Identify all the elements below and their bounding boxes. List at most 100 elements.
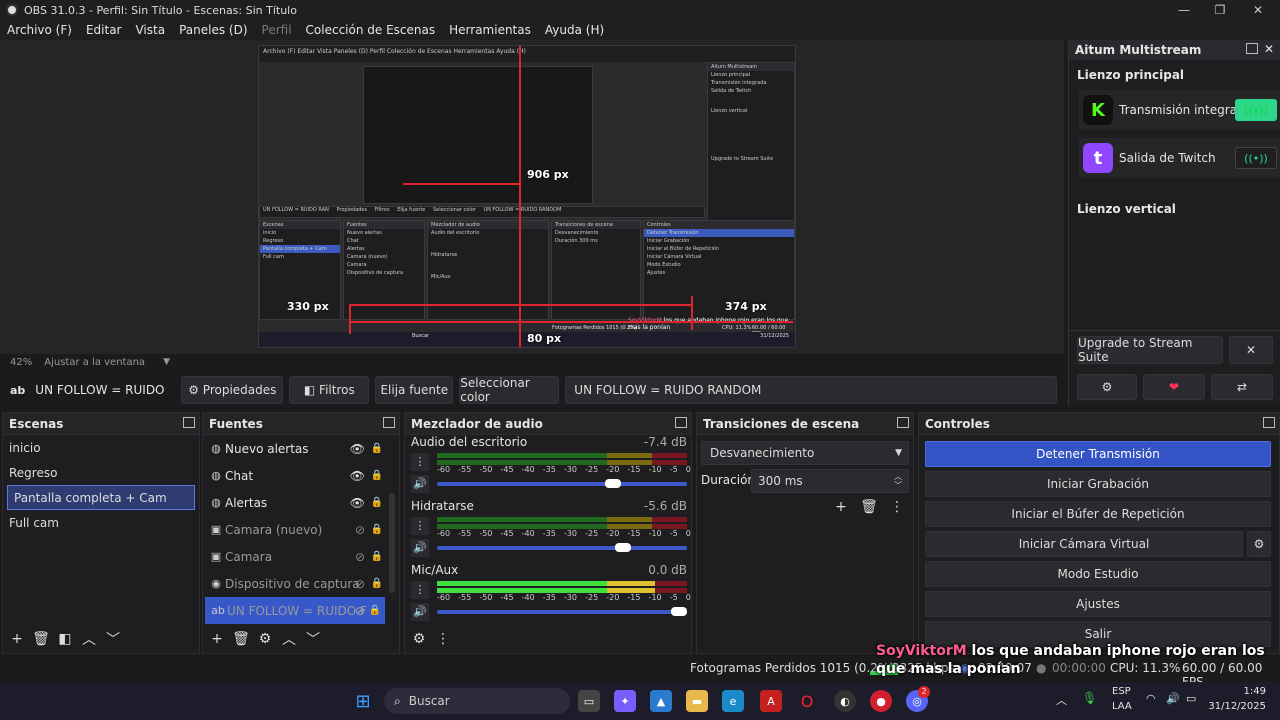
filters-button[interactable]: ◧ Filtros	[289, 376, 370, 404]
task-view-icon[interactable]: ▭	[578, 690, 600, 712]
obs-icon[interactable]: ◐	[834, 690, 856, 712]
slider-handle[interactable]	[671, 607, 687, 616]
menu-ayuda[interactable]: Ayuda (H)	[545, 23, 604, 37]
stop-stream-button[interactable]: Detener Transmisión	[925, 441, 1271, 467]
broadcast-toggle-off[interactable]: ((•))	[1235, 147, 1277, 169]
eye-icon[interactable]: 👁	[350, 442, 365, 456]
menu-herramientas[interactable]: Herramientas	[449, 23, 531, 37]
trash-icon[interactable]: 🗑	[231, 629, 251, 649]
zoom-fit-select[interactable]: Ajustar a la ventana	[44, 357, 145, 368]
taskbar-search[interactable]: ⌕ Buscar	[384, 688, 570, 714]
chevron-up-icon[interactable]: ︿	[79, 629, 99, 649]
float-icon[interactable]	[383, 417, 395, 428]
close-window-button[interactable]: ✕	[1240, 0, 1276, 20]
photos-icon[interactable]: ▲	[650, 690, 672, 712]
eye-off-icon[interactable]: ⊘	[355, 550, 365, 564]
app-icon[interactable]: ●	[870, 690, 892, 712]
source-item[interactable]: ▣ Camara (nuevo) ⊘ 🔒	[203, 516, 399, 543]
lock-icon[interactable]: 🔒	[371, 551, 383, 562]
chevron-up-icon[interactable]: ︿	[279, 629, 299, 649]
volume-icon[interactable]: 🔊	[411, 603, 429, 621]
gear-icon[interactable]: ⚙	[255, 629, 275, 649]
broadcast-toggle-on[interactable]: ((•))	[1235, 99, 1277, 121]
gear-icon[interactable]: ⚙	[1247, 531, 1271, 557]
more-icon[interactable]: ⋮	[887, 497, 907, 517]
more-icon[interactable]: ⋮	[411, 453, 429, 471]
eye-icon[interactable]: 👁	[350, 496, 365, 510]
menu-perfil[interactable]: Perfil	[262, 23, 292, 37]
transition-select[interactable]: Desvanecimiento ▼	[701, 441, 909, 465]
lock-icon[interactable]: 🔒	[371, 578, 383, 589]
float-icon[interactable]	[183, 417, 195, 428]
more-icon[interactable]: ⋮	[433, 629, 453, 649]
edge-icon[interactable]: e	[722, 690, 744, 712]
settings-button[interactable]: Ajustes	[925, 591, 1271, 617]
windows-start-icon[interactable]: ⊞	[352, 690, 374, 712]
menu-archivo[interactable]: Archivo (F)	[7, 23, 72, 37]
float-icon[interactable]	[897, 417, 909, 428]
scene-item[interactable]: Full cam	[3, 510, 199, 535]
duration-field[interactable]: 300 ms ︿ ﹀	[751, 469, 909, 493]
lock-icon[interactable]: 🔒	[371, 470, 383, 481]
slider-handle[interactable]	[605, 479, 622, 488]
source-item[interactable]: ◉ Dispositivo de captura ⊘ 🔒	[203, 570, 399, 597]
heart-button[interactable]: ❤	[1143, 374, 1205, 400]
source-item[interactable]: ◍ Chat 👁 🔒	[203, 462, 399, 489]
source-item[interactable]: ◍ Alertas 👁 🔒	[203, 489, 399, 516]
folder-icon[interactable]: ▬	[686, 690, 708, 712]
float-icon[interactable]	[675, 417, 687, 428]
menu-vista[interactable]: Vista	[135, 23, 165, 37]
virtual-camera-button[interactable]: Iniciar Cámara Virtual	[925, 531, 1243, 557]
clock-date[interactable]: 31/12/2025	[1208, 701, 1266, 712]
wifi-icon[interactable]: ◠	[1146, 692, 1156, 705]
lock-icon[interactable]: 🔒	[371, 443, 383, 454]
pdf-icon[interactable]: A	[760, 690, 782, 712]
filter-icon[interactable]: ◧	[55, 629, 75, 649]
eye-icon[interactable]: 👁	[350, 469, 365, 483]
scene-item[interactable]: Regreso	[3, 460, 199, 485]
language-top[interactable]: ESP	[1112, 686, 1131, 697]
volume-icon[interactable]: 🔊	[1166, 692, 1180, 705]
text-value-field[interactable]: UN FOLLOW = RUIDO RANDOM	[565, 376, 1058, 404]
lock-icon[interactable]: 🔒	[371, 497, 383, 508]
lock-icon[interactable]: 🔒	[369, 605, 381, 616]
trash-icon[interactable]: 🗑	[31, 629, 51, 649]
dismiss-upgrade-button[interactable]: ✕	[1229, 336, 1273, 364]
minimize-button[interactable]: —	[1166, 0, 1202, 20]
source-item[interactable]: ▣ Camara ⊘ 🔒	[203, 543, 399, 570]
source-item[interactable]: ◍ Nuevo alertas 👁 🔒	[203, 435, 399, 462]
chevron-down-icon[interactable]: ▼	[163, 357, 170, 367]
scene-item[interactable]: Pantalla completa + Cam	[7, 485, 195, 510]
float-icon[interactable]	[1246, 43, 1258, 54]
more-icon[interactable]: ⋮	[411, 517, 429, 535]
slider-handle[interactable]	[614, 543, 631, 552]
upgrade-button[interactable]: Upgrade to Stream Suite	[1077, 336, 1223, 364]
clock-time[interactable]: 1:49	[1244, 686, 1266, 697]
chevron-down-icon[interactable]: ﹀	[303, 629, 323, 649]
link-button[interactable]: ⇄	[1211, 374, 1273, 400]
float-icon[interactable]	[1263, 417, 1275, 428]
volume-slider[interactable]	[437, 607, 687, 616]
eye-off-icon[interactable]: ⊘	[355, 577, 365, 591]
source-item[interactable]: ab UN FOLLOW = RUIDO F ⊘ 🔒	[205, 597, 385, 624]
scene-item[interactable]: inicio	[3, 435, 199, 460]
volume-slider[interactable]	[437, 543, 687, 552]
spin-icon[interactable]: ︿ ﹀	[894, 472, 902, 490]
settings-button[interactable]: ⚙	[1077, 374, 1137, 400]
lock-icon[interactable]: 🔒	[371, 524, 383, 535]
copilot-icon[interactable]: ✦	[614, 690, 636, 712]
font-button[interactable]: Elija fuente	[375, 376, 454, 404]
battery-icon[interactable]: ▭	[1186, 692, 1196, 705]
trash-icon[interactable]: 🗑	[859, 497, 879, 517]
color-button[interactable]: Seleccionar color	[459, 376, 560, 404]
replay-buffer-button[interactable]: Iniciar el Búfer de Repetición	[925, 501, 1271, 527]
scrollbar[interactable]	[389, 493, 395, 593]
chevron-up-icon[interactable]: ︿	[1056, 692, 1067, 708]
eye-off-icon[interactable]: ⊘	[355, 523, 365, 537]
properties-button[interactable]: ⚙ Propiedades	[181, 376, 284, 404]
start-recording-button[interactable]: Iniciar Grabación	[925, 471, 1271, 497]
volume-icon[interactable]: 🔊	[411, 475, 429, 493]
menu-paneles[interactable]: Paneles (D)	[179, 23, 247, 37]
menu-coleccion-escenas[interactable]: Colección de Escenas	[306, 23, 436, 37]
language-bottom[interactable]: LAA	[1112, 701, 1132, 712]
